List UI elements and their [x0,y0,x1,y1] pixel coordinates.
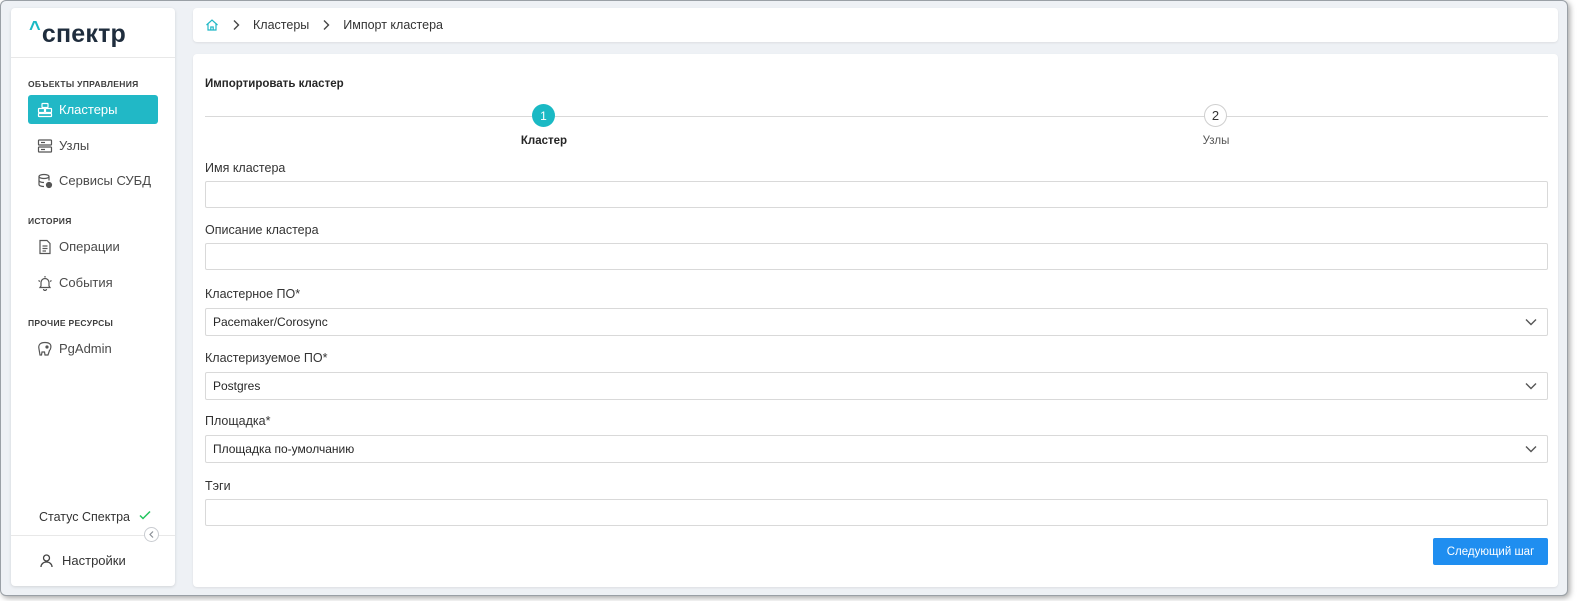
app-window: ^ спектр ОБЪЕКТЫ УПРАВЛЕНИЯ Кластеры Узл… [0,0,1568,596]
chevron-down-icon [1525,318,1537,326]
site-label: Площадка* [205,414,271,428]
logo-caret: ^ [29,18,41,40]
step-1-indicator[interactable]: 1 [532,104,555,127]
breadcrumb-current: Импорт кластера [343,18,443,32]
pgadmin-icon [37,341,53,357]
chevron-left-icon [149,531,154,538]
sidebar-item-label: Кластеры [59,102,118,117]
logo-text: спектр [41,20,127,48]
page-title: Импортировать кластер [205,78,344,90]
clusters-icon [37,102,53,118]
sidebar-item-events[interactable]: События [28,268,158,297]
cluster-description-input[interactable] [205,243,1548,270]
sidebar-item-label: Операции [59,239,120,254]
sidebar-item-clusters[interactable]: Кластеры [28,95,158,124]
settings-label: Настройки [62,553,126,568]
sidebar-item-label: События [59,275,113,290]
step-1-label: Кластер [520,135,568,147]
import-cluster-panel: Импортировать кластер 1 Кластер 2 Узлы И… [193,54,1558,587]
site-value: Площадка по-умолчанию [213,442,355,456]
nodes-icon [37,138,53,154]
step-2-label: Узлы [1202,135,1230,147]
step-2-indicator[interactable]: 2 [1204,104,1227,127]
events-icon [37,275,53,291]
check-icon [138,508,152,525]
cluster-name-label: Имя кластера [205,161,286,175]
user-icon [39,553,54,568]
section-title-other-resources: ПРОЧИЕ РЕСУРСЫ [28,318,114,328]
logo[interactable]: ^ спектр [29,18,127,52]
breadcrumb: Кластеры Импорт кластера [193,8,1558,42]
spectr-status[interactable]: Статус Спектра [39,508,152,525]
sidebar-item-label: PgAdmin [59,341,112,356]
sidebar-item-pgadmin[interactable]: PgAdmin [28,334,158,363]
chevron-down-icon [1525,445,1537,453]
stepper-line [205,116,1548,117]
database-services-icon [37,173,53,189]
cluster-software-select[interactable]: Pacemaker/Corosync [205,308,1548,336]
status-label: Статус Спектра [39,509,130,524]
sidebar-item-database-services[interactable]: Сервисы СУБД [28,166,158,195]
collapse-sidebar-button[interactable] [144,527,159,542]
tags-label: Тэги [205,479,231,493]
cluster-description-label: Описание кластера [205,223,319,237]
breadcrumb-clusters[interactable]: Кластеры [253,18,309,32]
chevron-down-icon [1525,382,1537,390]
section-title-management: ОБЪЕКТЫ УПРАВЛЕНИЯ [28,79,139,89]
sidebar-item-label: Сервисы СУБД [59,173,152,188]
chevron-right-icon [321,19,331,31]
sidebar-item-label: Узлы [59,138,90,153]
cluster-software-label: Кластерное ПО* [205,287,301,301]
clustered-software-select[interactable]: Postgres [205,372,1548,400]
next-step-button[interactable]: Следующий шаг [1433,538,1548,565]
divider [11,57,175,58]
cluster-software-value: Pacemaker/Corosync [213,315,328,329]
clustered-software-label: Кластеризуемое ПО* [205,351,328,365]
tags-input[interactable] [205,499,1548,526]
section-title-history: ИСТОРИЯ [28,216,72,226]
operations-icon [37,239,53,255]
home-icon[interactable] [205,18,219,32]
sidebar-item-nodes[interactable]: Узлы [28,131,158,160]
site-select[interactable]: Площадка по-умолчанию [205,435,1548,463]
clustered-software-value: Postgres [213,379,261,393]
sidebar-item-operations[interactable]: Операции [28,232,158,261]
settings-link[interactable]: Настройки [39,553,126,568]
chevron-right-icon [231,19,241,31]
sidebar: ^ спектр ОБЪЕКТЫ УПРАВЛЕНИЯ Кластеры Узл… [11,8,175,586]
cluster-name-input[interactable] [205,181,1548,208]
